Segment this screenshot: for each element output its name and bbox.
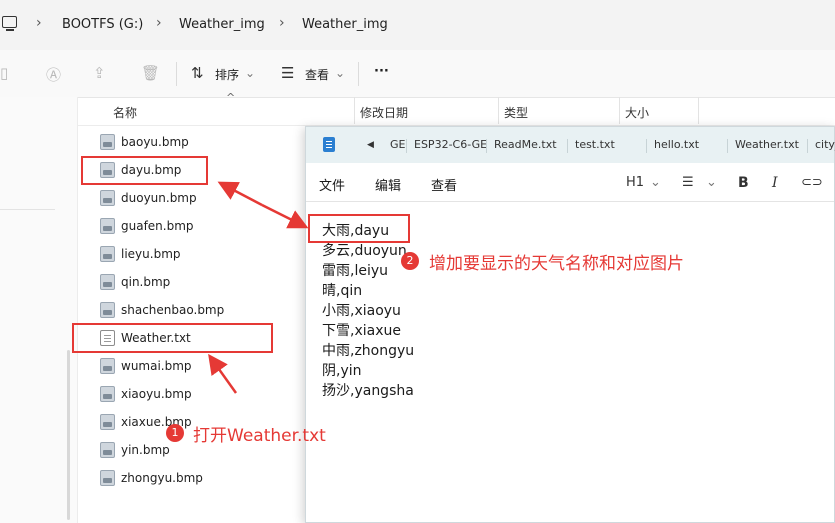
arrow-to-weather-txt bbox=[208, 353, 238, 394]
step-badge-2: 2 bbox=[401, 252, 419, 270]
step1-annotation: 打开Weather.txt bbox=[193, 426, 326, 446]
step-badge-1: 1 bbox=[166, 424, 184, 442]
arrow-to-dayu-bmp bbox=[217, 181, 263, 207]
step2-annotation: 增加要显示的天气名称和对应图片 bbox=[429, 254, 684, 274]
arrow-to-first-line bbox=[261, 203, 309, 229]
